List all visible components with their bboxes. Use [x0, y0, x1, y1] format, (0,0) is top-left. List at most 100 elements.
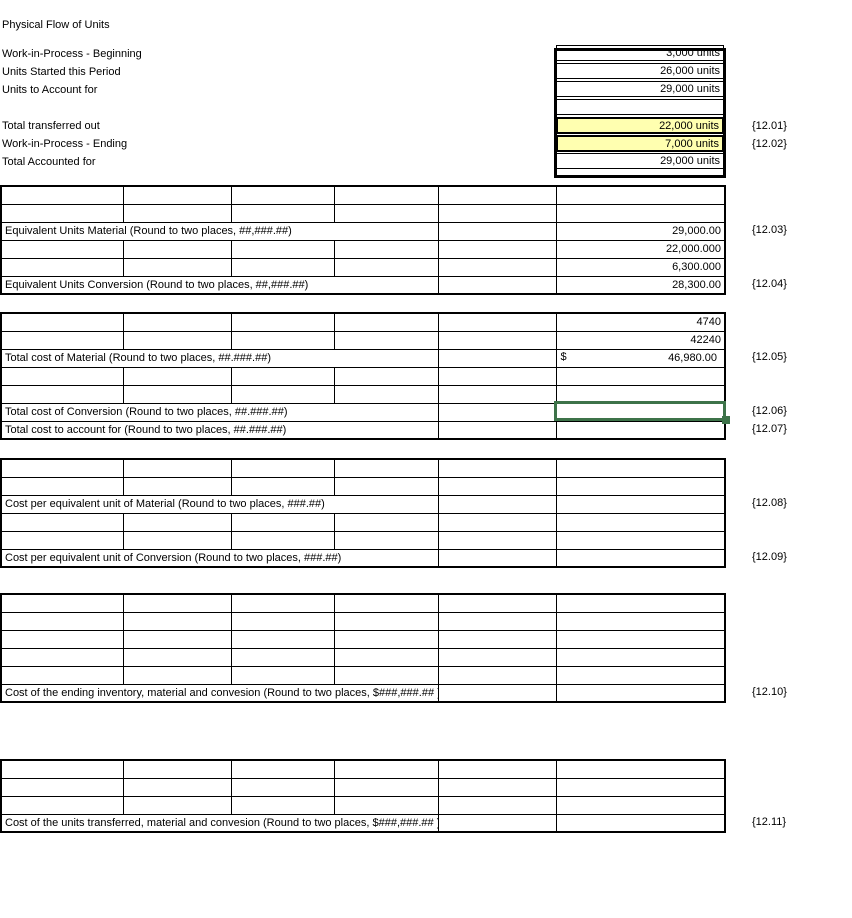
row-label-cell[interactable]: Total cost of Material (Round to two pla… — [0, 348, 439, 368]
value-cell[interactable]: 4740 — [555, 312, 726, 332]
input-cell[interactable] — [555, 548, 726, 568]
row-label-cell[interactable]: Cost of the units transferred, material … — [0, 813, 439, 833]
value-cell[interactable]: 26,000 units — [556, 63, 724, 79]
input-cell[interactable]: 7,000 units — [556, 135, 724, 152]
empty-cell[interactable] — [555, 593, 726, 613]
empty-cell[interactable] — [230, 458, 335, 478]
input-cell[interactable] — [555, 420, 726, 440]
empty-cell[interactable] — [0, 629, 124, 649]
empty-cell[interactable] — [122, 665, 232, 685]
empty-cell[interactable] — [437, 759, 557, 779]
row-label-cell[interactable]: Cost per equivalent unit of Conversion (… — [0, 548, 439, 568]
empty-cell[interactable] — [333, 530, 439, 550]
section-ending-inventory[interactable]: Cost of the ending inventory, material a… — [0, 593, 726, 703]
empty-cell[interactable] — [230, 530, 335, 550]
empty-cell[interactable] — [333, 239, 439, 259]
input-cell-selected[interactable] — [555, 402, 726, 422]
empty-cell[interactable] — [230, 330, 335, 350]
empty-cell[interactable] — [555, 512, 726, 532]
empty-cell[interactable] — [230, 257, 335, 277]
row-label-cell[interactable]: Cost of the ending inventory, material a… — [0, 683, 439, 703]
empty-cell[interactable] — [555, 795, 726, 815]
empty-cell[interactable] — [333, 777, 439, 797]
empty-cell[interactable] — [333, 629, 439, 649]
empty-cell[interactable] — [437, 665, 557, 685]
empty-cell[interactable] — [333, 647, 439, 667]
empty-cell[interactable] — [122, 384, 232, 404]
empty-cell[interactable] — [333, 366, 439, 386]
empty-cell[interactable] — [122, 777, 232, 797]
value-cell[interactable]: 29,000 units — [556, 81, 724, 97]
empty-cell[interactable] — [230, 512, 335, 532]
input-cell[interactable]: 29,000.00 — [555, 221, 726, 241]
empty-cell[interactable] — [437, 777, 557, 797]
empty-cell[interactable] — [230, 239, 335, 259]
empty-cell[interactable] — [0, 476, 124, 496]
section-total-costs[interactable]: 4740 42240 Total cost of Material (Round t… — [0, 312, 726, 440]
empty-cell[interactable] — [122, 330, 232, 350]
section-equivalent-units[interactable]: Equivalent Units Material (Round to two … — [0, 185, 726, 295]
value-cell[interactable]: 29,000 units — [556, 153, 724, 169]
empty-cell[interactable] — [437, 548, 557, 568]
empty-cell[interactable] — [122, 476, 232, 496]
empty-cell[interactable] — [0, 330, 124, 350]
empty-cell[interactable] — [0, 647, 124, 667]
value-cell[interactable]: 42240 — [555, 330, 726, 350]
empty-cell[interactable] — [0, 384, 124, 404]
empty-cell[interactable] — [437, 330, 557, 350]
empty-cell[interactable] — [230, 777, 335, 797]
empty-cell[interactable] — [230, 611, 335, 631]
value-cell[interactable] — [556, 99, 724, 115]
empty-cell[interactable] — [555, 530, 726, 550]
empty-cell[interactable] — [0, 593, 124, 613]
empty-cell[interactable] — [437, 312, 557, 332]
empty-cell[interactable] — [437, 647, 557, 667]
empty-cell[interactable] — [0, 512, 124, 532]
empty-cell[interactable] — [230, 185, 335, 205]
empty-cell[interactable] — [230, 629, 335, 649]
empty-cell[interactable] — [0, 185, 124, 205]
empty-cell[interactable] — [437, 185, 557, 205]
empty-cell[interactable] — [555, 476, 726, 496]
empty-cell[interactable] — [437, 366, 557, 386]
row-label-cell[interactable]: Total cost of Conversion (Round to two p… — [0, 402, 439, 422]
empty-cell[interactable] — [230, 203, 335, 223]
empty-cell[interactable] — [122, 203, 232, 223]
empty-cell[interactable] — [437, 683, 557, 703]
empty-cell[interactable] — [0, 759, 124, 779]
empty-cell[interactable] — [333, 384, 439, 404]
empty-cell[interactable] — [333, 312, 439, 332]
row-label-cell[interactable]: Equivalent Units Material (Round to two … — [0, 221, 439, 241]
empty-cell[interactable] — [333, 257, 439, 277]
empty-cell[interactable] — [230, 647, 335, 667]
empty-cell[interactable] — [333, 458, 439, 478]
empty-cell[interactable] — [0, 777, 124, 797]
empty-cell[interactable] — [122, 647, 232, 667]
empty-cell[interactable] — [555, 203, 726, 223]
empty-cell[interactable] — [437, 512, 557, 532]
empty-cell[interactable] — [437, 629, 557, 649]
spreadsheet-canvas[interactable]: Physical Flow of Units Work-in-Process -… — [0, 0, 852, 918]
empty-cell[interactable] — [122, 629, 232, 649]
section-cost-per-unit[interactable]: Cost per equivalent unit of Material (Ro… — [0, 458, 726, 568]
input-cell-currency[interactable]: $46,980.00 — [555, 348, 726, 368]
empty-cell[interactable] — [0, 366, 124, 386]
empty-cell[interactable] — [555, 458, 726, 478]
empty-cell[interactable] — [333, 665, 439, 685]
empty-cell[interactable] — [555, 777, 726, 797]
input-cell[interactable] — [555, 813, 726, 833]
empty-cell[interactable] — [437, 494, 557, 514]
input-cell[interactable]: 22,000 units — [556, 117, 724, 134]
empty-cell[interactable] — [122, 185, 232, 205]
empty-cell[interactable] — [437, 813, 557, 833]
empty-cell[interactable] — [437, 275, 557, 295]
empty-cell[interactable] — [122, 795, 232, 815]
empty-cell[interactable] — [0, 611, 124, 631]
empty-cell[interactable] — [437, 795, 557, 815]
row-label-cell[interactable]: Equivalent Units Conversion (Round to tw… — [0, 275, 439, 295]
empty-cell[interactable] — [555, 665, 726, 685]
empty-cell[interactable] — [0, 665, 124, 685]
empty-cell[interactable] — [437, 420, 557, 440]
value-cell[interactable]: 6,300.000 — [555, 257, 726, 277]
empty-cell[interactable] — [437, 530, 557, 550]
